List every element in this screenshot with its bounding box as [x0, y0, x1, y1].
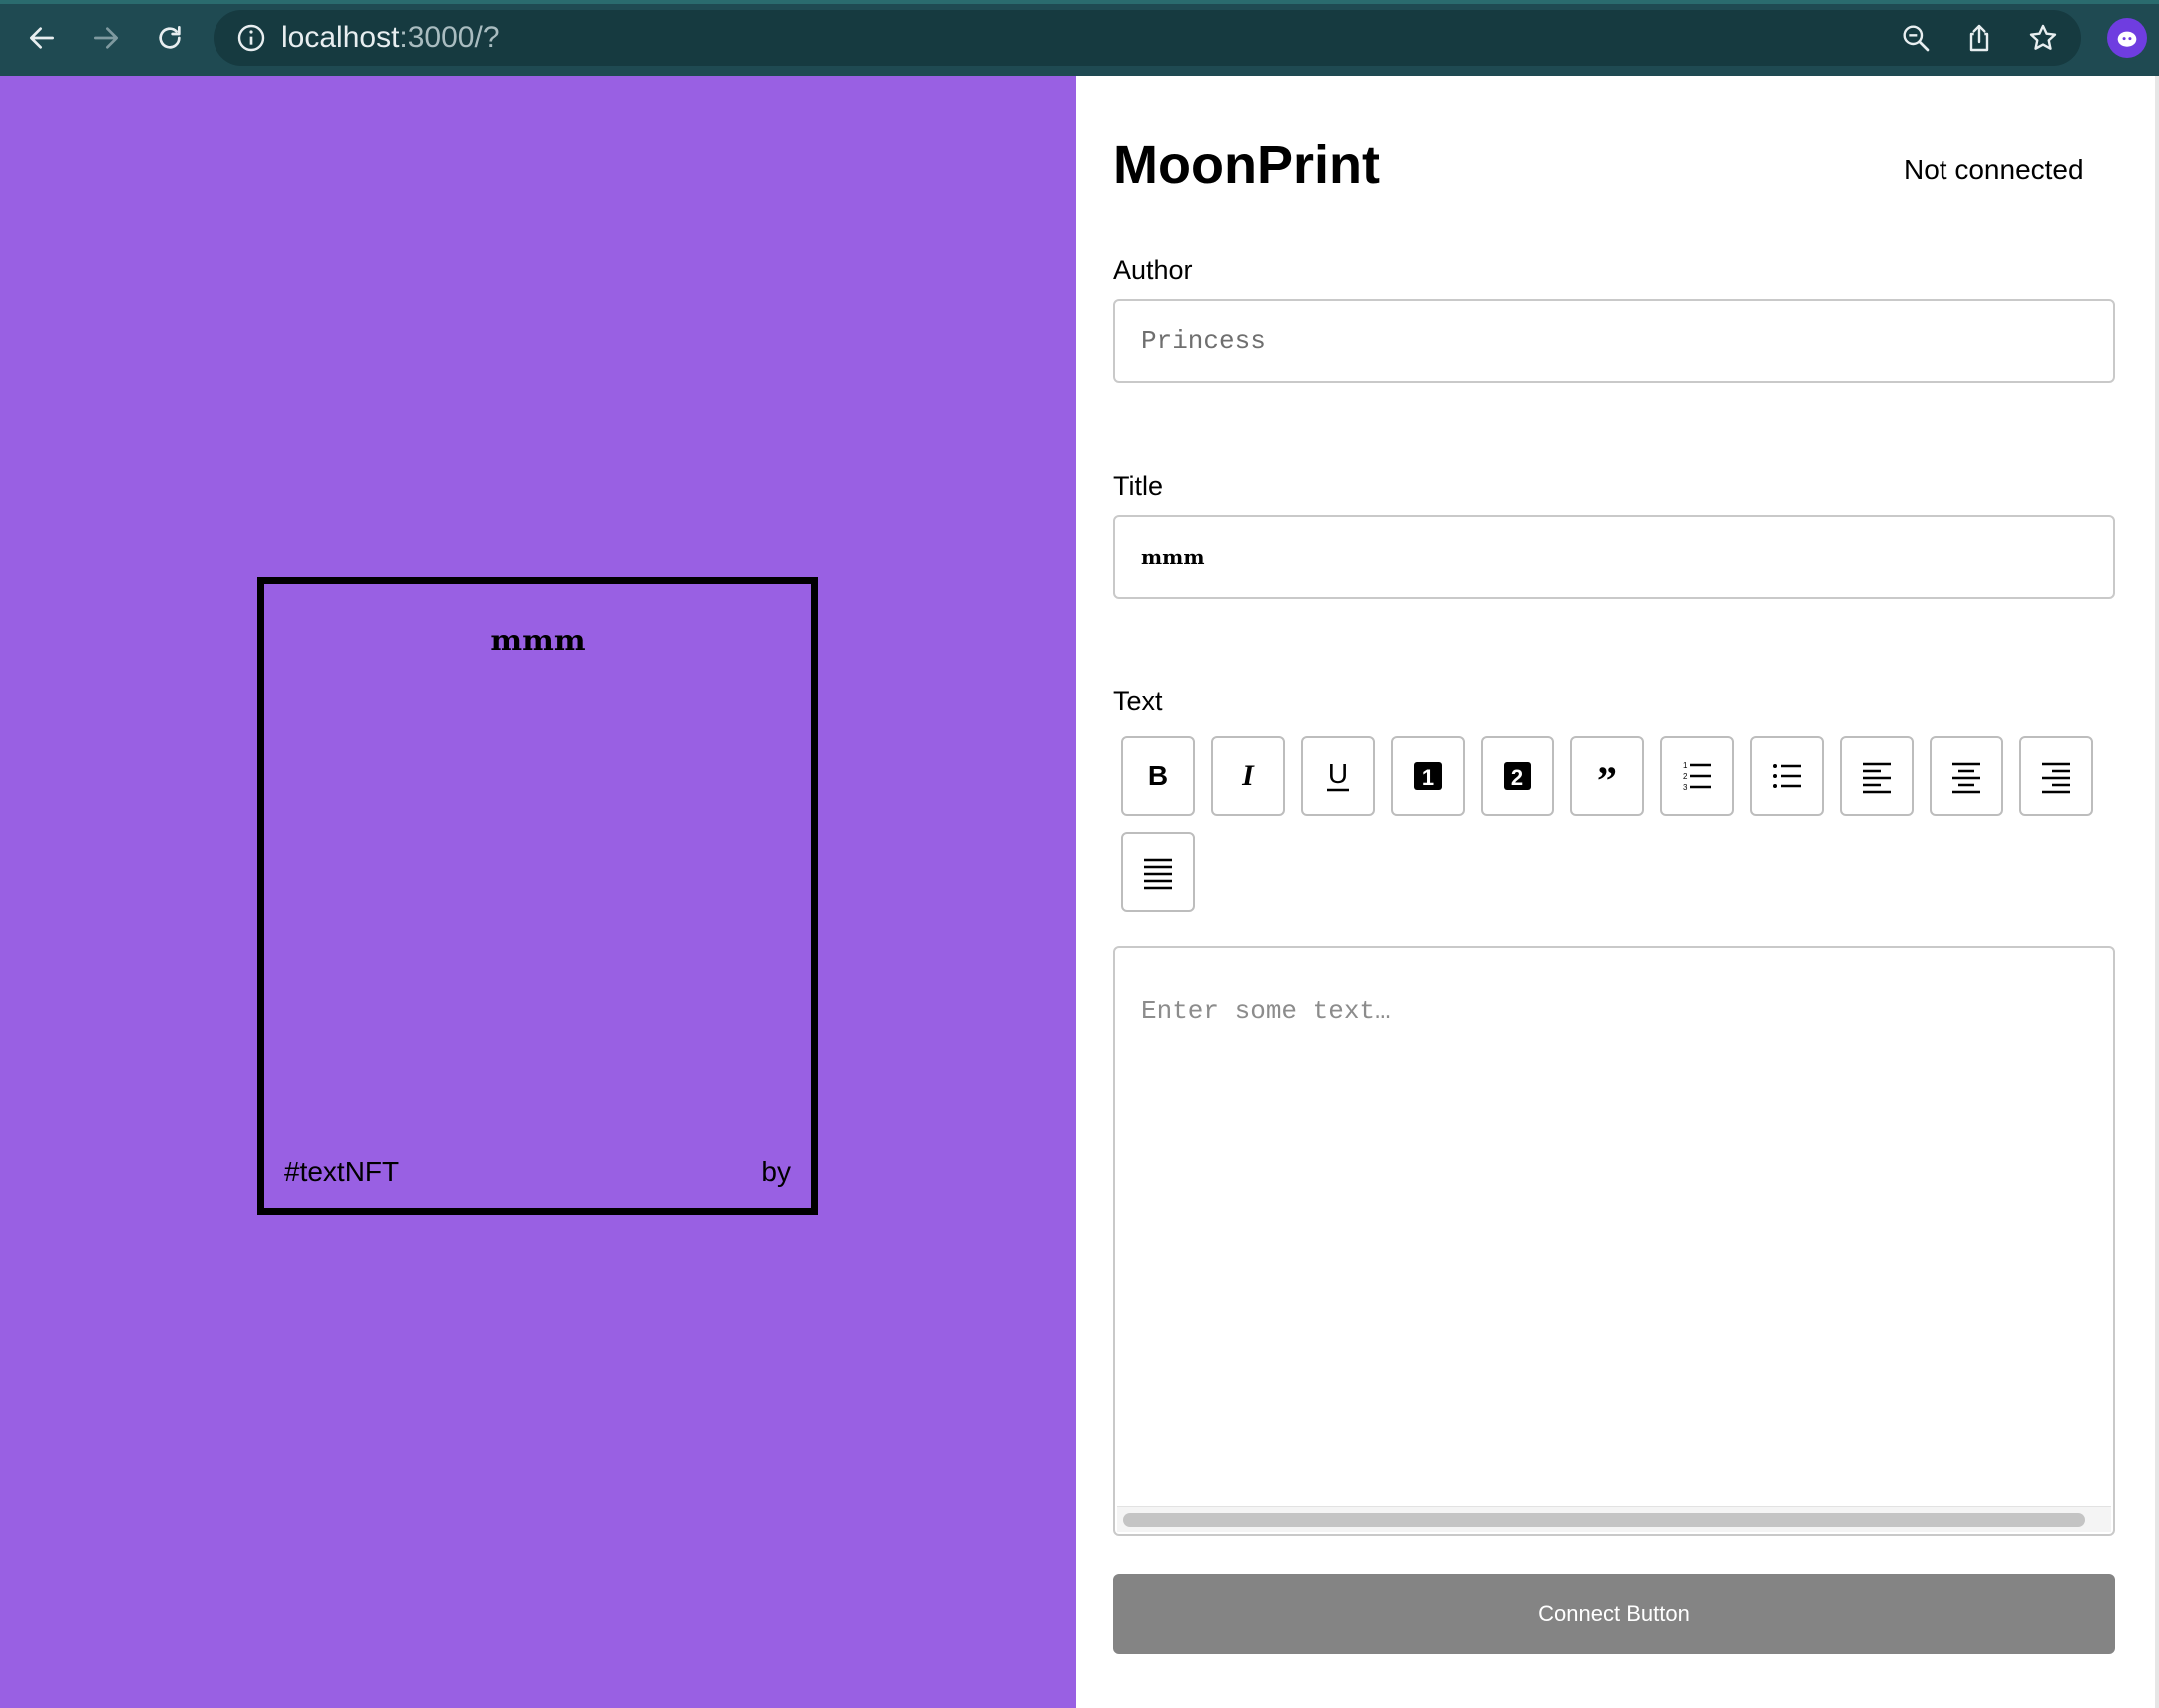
- zoom-out-icon[interactable]: [1900, 22, 1932, 54]
- author-label: Author: [1113, 255, 1193, 285]
- forward-icon: [94, 27, 118, 49]
- numbered-list-icon: 1 2 3: [1683, 761, 1711, 792]
- align-justify-button[interactable]: [1121, 832, 1195, 912]
- underline-icon: U: [1327, 758, 1349, 792]
- back-button[interactable]: [22, 18, 62, 58]
- card-title: mmm: [490, 624, 586, 658]
- connect-button[interactable]: Connect Button: [1113, 1574, 2115, 1654]
- quote-glyph: ”: [1597, 758, 1617, 796]
- align-right-button[interactable]: [2019, 736, 2093, 816]
- forward-button[interactable]: [86, 18, 126, 58]
- svg-text:3: 3: [1683, 783, 1688, 792]
- bold-icon: B: [1148, 760, 1168, 791]
- reload-button[interactable]: [150, 18, 190, 58]
- connection-status: Not connected: [1904, 154, 2084, 185]
- align-left-icon: [1863, 762, 1891, 794]
- italic-button[interactable]: I: [1211, 736, 1285, 816]
- numbered-list-button[interactable]: 1 2 3: [1660, 736, 1734, 816]
- panel-edge: [2155, 76, 2159, 1708]
- star-icon[interactable]: [2027, 22, 2059, 54]
- heading-two-button[interactable]: 2: [1481, 736, 1554, 816]
- italic-glyph: I: [1241, 759, 1255, 792]
- card-hashtag: #textNFT: [284, 1156, 400, 1187]
- quote-icon: ”: [1597, 758, 1617, 796]
- editor-panel: MoonPrint Not connected Author Title Tex…: [1076, 76, 2159, 1708]
- text-editor-placeholder: Enter some text…: [1141, 996, 1391, 1026]
- align-right-icon: [2042, 762, 2070, 794]
- reload-icon: [159, 26, 181, 49]
- svg-text:2: 2: [1683, 772, 1688, 781]
- author-input[interactable]: [1113, 299, 2115, 383]
- align-center-icon: [1952, 762, 1980, 794]
- heading-one-glyph: 1: [1422, 765, 1434, 790]
- heading-two-glyph: 2: [1511, 765, 1523, 790]
- block-quote-button[interactable]: ”: [1570, 736, 1644, 816]
- scrollbar-thumb[interactable]: [1123, 1513, 2085, 1527]
- tab-strip-edge: [0, 0, 2159, 4]
- url-text[interactable]: localhost:3000/?: [281, 10, 500, 66]
- share-icon[interactable]: [1963, 22, 1995, 54]
- title-label: Title: [1113, 471, 1164, 501]
- extension-icon: [2117, 31, 2137, 47]
- underline-glyph: U: [1328, 758, 1348, 789]
- bold-button[interactable]: B: [1121, 736, 1195, 816]
- url-host: localhost: [281, 21, 400, 54]
- bold-glyph: B: [1148, 760, 1168, 791]
- text-editor[interactable]: Enter some text…: [1113, 946, 2115, 1536]
- align-justify-icon: [1144, 858, 1172, 890]
- align-left-button[interactable]: [1840, 736, 1914, 816]
- card-author-by: by: [761, 1156, 791, 1187]
- nft-card: mmm #textNFT by: [257, 577, 818, 1215]
- horizontal-scrollbar[interactable]: [1117, 1506, 2111, 1532]
- align-center-button[interactable]: [1930, 736, 2003, 816]
- svg-text:1: 1: [1683, 761, 1688, 770]
- info-icon[interactable]: [235, 22, 267, 54]
- back-icon: [30, 27, 54, 49]
- bulleted-list-icon: [1773, 764, 1801, 788]
- text-label: Text: [1113, 686, 1163, 716]
- heading-two-icon: 2: [1504, 762, 1531, 790]
- app-title: MoonPrint: [1113, 135, 1380, 195]
- italic-icon: I: [1241, 759, 1255, 792]
- heading-one-button[interactable]: 1: [1391, 736, 1465, 816]
- heading-one-icon: 1: [1414, 762, 1442, 790]
- nft-preview-panel: mmm #textNFT by: [0, 76, 1076, 1708]
- url-path: :3000/?: [399, 21, 500, 54]
- address-bar[interactable]: localhost:3000/?: [214, 10, 2081, 66]
- title-input[interactable]: [1113, 515, 2115, 599]
- extension-button[interactable]: [2107, 18, 2147, 58]
- browser-toolbar: localhost:3000/?: [0, 0, 2159, 76]
- underline-button[interactable]: U: [1301, 736, 1375, 816]
- bulleted-list-button[interactable]: [1750, 736, 1824, 816]
